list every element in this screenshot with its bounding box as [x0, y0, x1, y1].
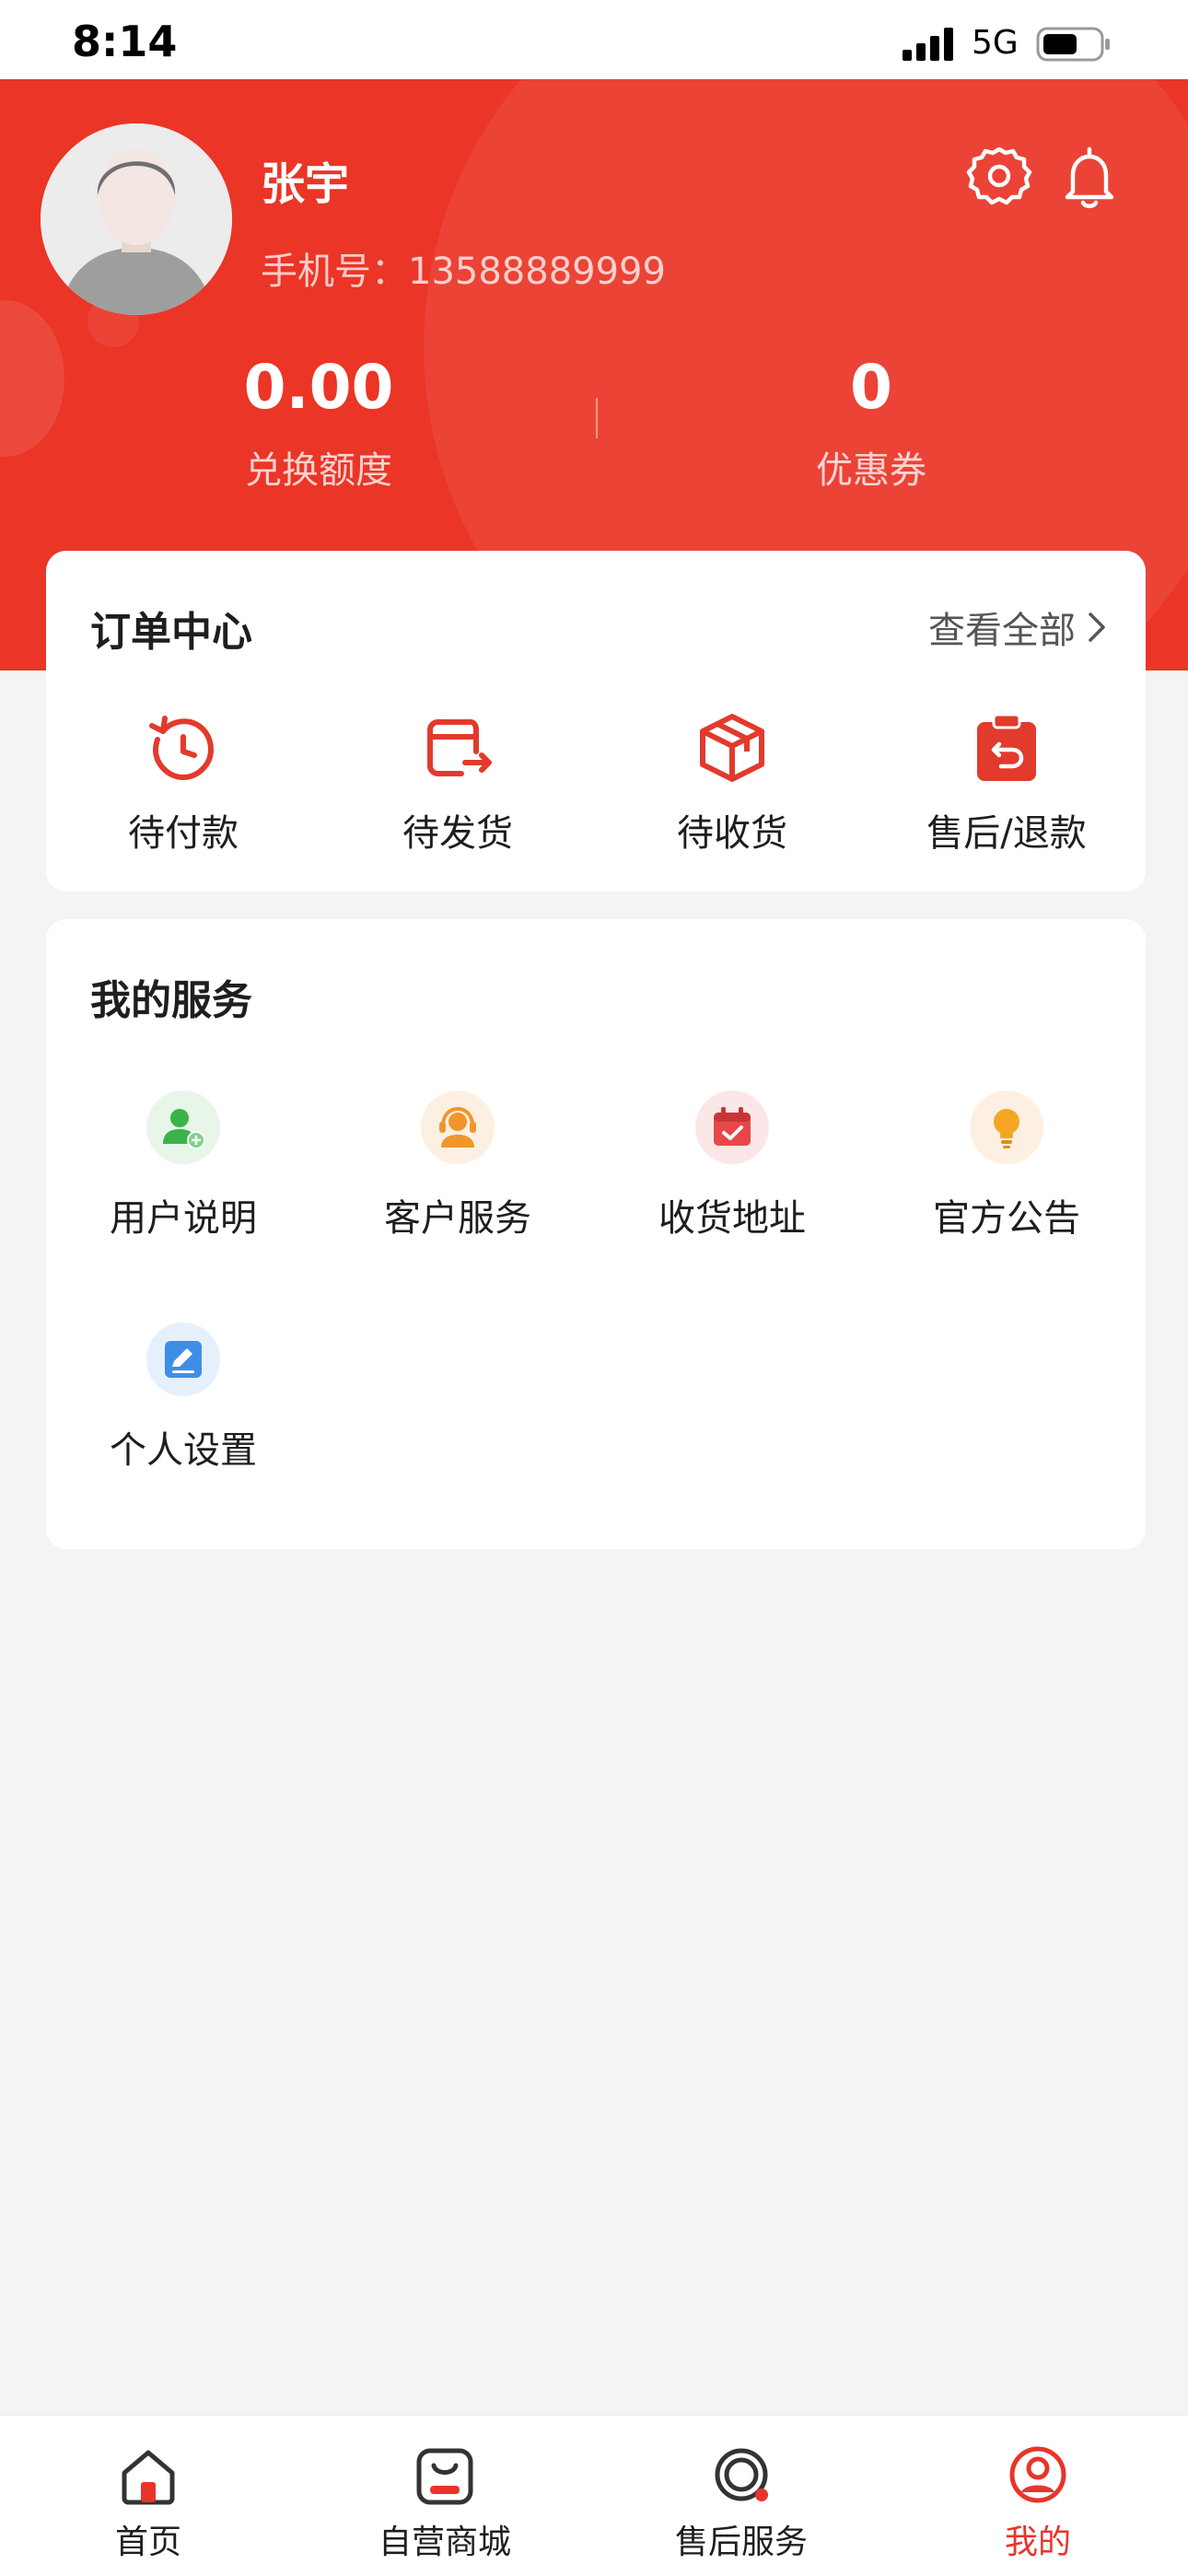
- service-customer-service[interactable]: 客户服务: [320, 1090, 595, 1241]
- chevron-right-icon: [1089, 612, 1105, 642]
- profile-icon: [1009, 2446, 1066, 2503]
- tab-label: 首页: [114, 2524, 181, 2561]
- phone-value: 13588889999: [408, 251, 666, 293]
- customer-service-icon: [421, 1090, 495, 1164]
- order-center-title: 订单中心: [90, 609, 252, 656]
- order-pending-payment[interactable]: 待付款: [46, 709, 320, 857]
- order-pending-receipt[interactable]: 待收货: [595, 709, 869, 857]
- status-bar: 8:14 5G: [0, 0, 1188, 79]
- after-sales-icon: [715, 2448, 768, 2501]
- user-guide-icon: [146, 1090, 220, 1164]
- order-item-label: 售后/退款: [926, 812, 1087, 855]
- coupon-label: 优惠券: [816, 449, 926, 492]
- order-item-label: 待收货: [677, 812, 787, 855]
- my-services-title: 我的服务: [90, 977, 252, 1024]
- avatar-image: [41, 123, 232, 315]
- order-item-label: 待发货: [402, 812, 513, 855]
- coupon-value[interactable]: 0: [687, 352, 1055, 423]
- tab-profile[interactable]: 我的: [890, 2442, 1186, 2563]
- view-all-orders-link[interactable]: 查看全部: [928, 600, 1109, 654]
- settings-icon[interactable]: [962, 140, 1036, 214]
- tab-label: 售后服务: [674, 2524, 808, 2561]
- signal-icon: [903, 28, 953, 61]
- tab-home[interactable]: 首页: [0, 2442, 297, 2563]
- tab-mall[interactable]: 自营商城: [297, 2442, 593, 2563]
- user-name: 张宇: [261, 158, 350, 210]
- avatar[interactable]: [41, 123, 232, 315]
- pending-receipt-icon: [700, 714, 764, 782]
- service-personal-settings[interactable]: 个人设置: [46, 1323, 320, 1474]
- my-services-card: 我的服务 用户说明 客户服务 收货地址 官方公告 个人设置: [46, 919, 1146, 1549]
- service-label: 官方公告: [933, 1197, 1080, 1240]
- mall-icon: [416, 2448, 473, 2505]
- refund-icon: [977, 713, 1036, 781]
- tab-label: 我的: [1004, 2524, 1071, 2561]
- header-decoration: [0, 300, 64, 457]
- order-after-sales-refund[interactable]: 售后/退款: [869, 709, 1144, 857]
- service-label: 客户服务: [384, 1197, 531, 1240]
- home-icon: [122, 2450, 175, 2505]
- phone-number: 手机号：13588889999: [261, 241, 666, 295]
- order-item-label: 待付款: [128, 812, 239, 855]
- view-all-label: 查看全部: [928, 610, 1076, 652]
- service-label: 用户说明: [110, 1197, 257, 1240]
- bottom-tab-bar: 首页 自营商城 售后服务 我的: [0, 2415, 1188, 2576]
- service-user-guide[interactable]: 用户说明: [46, 1090, 320, 1241]
- pending-shipment-icon: [427, 719, 492, 776]
- exchange-amount-label: 兑换额度: [245, 449, 392, 492]
- tab-after-sales[interactable]: 售后服务: [593, 2442, 890, 2563]
- stat-divider: [596, 398, 598, 438]
- announcement-icon: [970, 1090, 1043, 1164]
- service-official-announcement[interactable]: 官方公告: [869, 1090, 1144, 1241]
- service-shipping-address[interactable]: 收货地址: [595, 1090, 869, 1241]
- bell-icon[interactable]: [1053, 140, 1126, 214]
- status-time: 8:14: [72, 17, 178, 66]
- order-pending-shipment[interactable]: 待发货: [320, 709, 595, 857]
- personal-settings-icon: [146, 1323, 220, 1396]
- address-icon: [695, 1090, 769, 1164]
- order-center-card: 订单中心 查看全部 待付款 待发货 待收货 售后/退款: [46, 551, 1146, 892]
- battery-icon: [1036, 27, 1110, 62]
- service-label: 个人设置: [110, 1429, 257, 1472]
- exchange-amount-value[interactable]: 0.00: [134, 352, 503, 423]
- pending-payment-icon: [149, 716, 215, 781]
- phone-label: 手机号：: [261, 251, 408, 293]
- tab-label: 自营商城: [378, 2524, 511, 2561]
- network-type: 5G: [972, 24, 1019, 62]
- service-label: 收货地址: [658, 1197, 806, 1240]
